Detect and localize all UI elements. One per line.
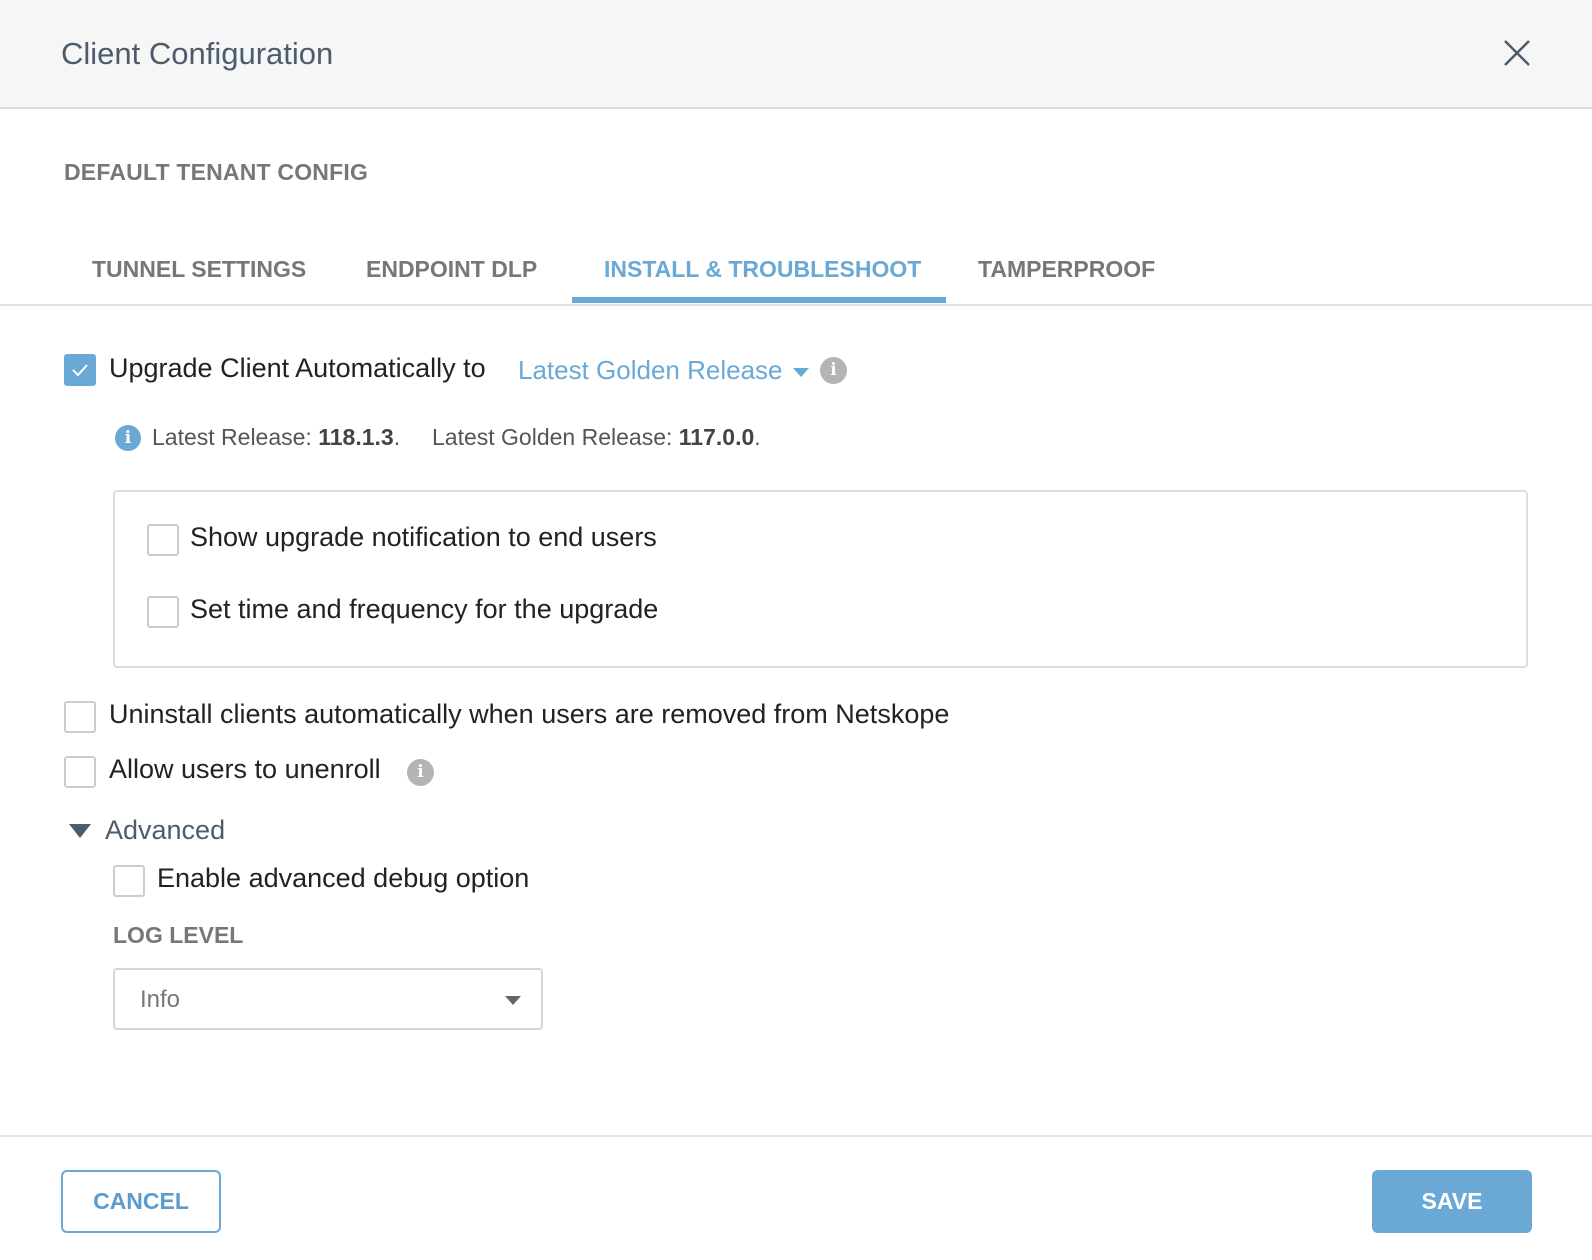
tab-tamperproof[interactable]: TAMPERPROOF [978,256,1155,283]
caret-down-icon [505,996,521,1005]
show-notification-checkbox[interactable] [147,524,179,556]
uninstall-checkbox[interactable] [64,701,96,733]
release-dropdown[interactable]: Latest Golden Release [518,355,809,386]
dialog-header: Client Configuration [0,0,1592,109]
release-dropdown-value: Latest Golden Release [518,355,783,385]
log-level-value: Info [140,986,181,1013]
check-icon [72,364,88,377]
save-button[interactable]: SAVE [1372,1170,1532,1233]
log-level-select[interactable]: Info [113,968,543,1030]
tab-tunnel-settings[interactable]: TUNNEL SETTINGS [92,256,306,283]
uninstall-label: Uninstall clients automatically when use… [109,699,950,729]
active-tab-indicator [572,297,946,303]
debug-checkbox[interactable] [113,865,145,897]
cancel-button[interactable]: CANCEL [61,1170,221,1233]
footer-divider [0,1135,1592,1137]
info-icon[interactable]: i [820,357,847,384]
golden-release-text: Latest Golden Release: 117.0.0. [432,424,761,450]
close-icon[interactable] [1500,36,1534,70]
unenroll-checkbox[interactable] [64,756,96,788]
info-icon: i [115,425,141,451]
upgrade-checkbox[interactable] [64,354,96,386]
tab-endpoint-dlp[interactable]: ENDPOINT DLP [366,256,537,283]
upgrade-options-box [113,490,1528,668]
tab-install-troubleshoot[interactable]: INSTALL & TROUBLESHOOT [604,256,921,283]
triangle-down-icon[interactable] [69,824,91,838]
debug-label: Enable advanced debug option [157,863,530,893]
unenroll-label: Allow users to unenroll [109,754,381,784]
log-level-label: LOG LEVEL [113,922,244,948]
advanced-toggle[interactable]: Advanced [105,815,225,846]
caret-down-icon [792,367,809,377]
dialog-title: Client Configuration [61,36,334,71]
section-title: DEFAULT TENANT CONFIG [64,159,369,185]
set-time-label: Set time and frequency for the upgrade [190,594,659,624]
tab-divider [0,304,1592,306]
show-notification-label: Show upgrade notification to end users [190,522,657,552]
info-icon[interactable]: i [407,759,434,786]
set-time-checkbox[interactable] [147,596,179,628]
latest-release-text: Latest Release: 118.1.3. [152,424,401,450]
upgrade-label: Upgrade Client Automatically to [109,353,486,383]
